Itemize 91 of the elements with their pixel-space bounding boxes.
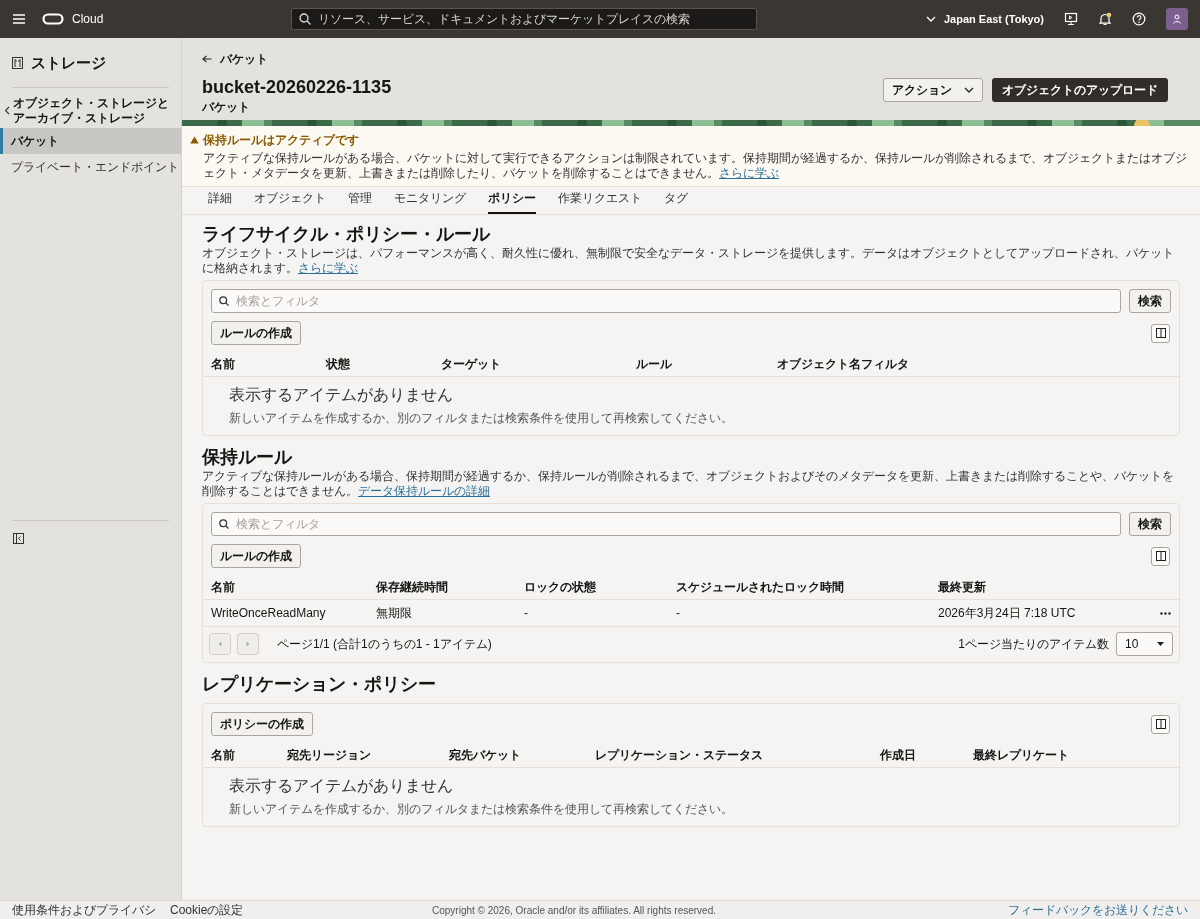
learn-more-link[interactable]: さらに学ぶ <box>298 261 358 275</box>
column-header: ターゲット <box>441 355 501 373</box>
pagination-summary: ページ1/1 (合計1のうちの1 - 1アイテム) <box>277 636 492 653</box>
learn-more-link[interactable]: さらに学ぶ <box>719 166 779 180</box>
columns-icon <box>1155 719 1166 729</box>
columns-button[interactable] <box>1151 546 1170 566</box>
chevron-down-icon <box>925 16 936 22</box>
tab[interactable]: タグ <box>664 189 688 214</box>
actions-button[interactable]: アクション <box>883 78 983 102</box>
section-title: 保持ルール <box>202 446 292 468</box>
column-header: ロックの状態 <box>524 578 596 596</box>
table-cell-text: 2026年3月24日 7:18 UTC <box>938 605 1076 622</box>
footer-link[interactable]: Cookieの設定 <box>170 901 244 919</box>
section-title: ライフサイクル・ポリシー・ルール <box>202 223 490 245</box>
create-button[interactable]: ポリシーの作成 <box>211 712 313 736</box>
table-cell-text: - <box>676 605 680 622</box>
search-button[interactable]: 検索 <box>1129 512 1171 536</box>
back-link[interactable]: オブジェクト・ストレージと アーカイブ・ストレージ <box>13 95 169 126</box>
caret-icon <box>1157 642 1164 646</box>
search-icon <box>219 296 229 306</box>
copyright-text: Copyright © 2026, Oracle and/or its affiliates. All rights reserved. <box>432 903 716 918</box>
feedback-link[interactable]: フィードバックをお送りください <box>1008 901 1188 919</box>
per-page-select[interactable]: 10 <box>1116 632 1173 656</box>
columns-icon <box>1155 551 1166 561</box>
page-subtitle: バケット <box>202 99 250 116</box>
help-icon[interactable] <box>1132 12 1146 26</box>
warning-icon <box>190 136 199 144</box>
search-icon <box>219 519 229 529</box>
column-header: 作成日 <box>880 746 916 764</box>
section-title: レプリケーション・ポリシー <box>202 673 436 695</box>
search-icon <box>299 13 312 25</box>
logo-icon[interactable] <box>42 13 64 25</box>
footer-link[interactable]: 使用条件およびプライバシ <box>12 901 156 919</box>
column-header: レプリケーション・ステータス <box>595 746 763 764</box>
search-field[interactable]: リソース、サービス、ドキュメントおよびマーケットプレイスの検索 <box>291 8 758 30</box>
back-link[interactable]: バケット <box>202 50 268 68</box>
sidebar-item[interactable]: プライベート・エンドポイント <box>0 153 181 180</box>
per-page-label: 1ページ当たりのアイテム数 <box>958 636 1109 653</box>
column-header: 宛先バケット <box>449 746 521 764</box>
columns-button[interactable] <box>1151 714 1170 734</box>
column-header: 名前 <box>211 578 235 596</box>
storage-icon <box>12 57 23 70</box>
empty-state-text: 新しいアイテムを作成するか、別のフィルタまたは検索条件を使用して再検索してください。 <box>229 410 733 427</box>
search-field[interactable]: 検索とフィルタ <box>211 512 1121 536</box>
monitor-icon[interactable] <box>1064 12 1078 26</box>
tab[interactable]: 作業リクエスト <box>558 189 642 214</box>
notification-bell-icon[interactable] <box>1098 12 1112 26</box>
sidebar-title: ストレージ <box>31 53 106 73</box>
avatar[interactable] <box>1166 8 1188 30</box>
region-selector[interactable]: Japan East (Tokyo) <box>925 10 1044 28</box>
column-header: 名前 <box>211 355 235 373</box>
section-description: アクティブな保持ルールがある場合、保持期間が経過するか、保持ルールが削除されるまで、オブジェクトおよびそのメタデータを更新、上書きまたは削除することや、バケットを削除することはできません。データ保持ルールの詳細 <box>202 469 1175 499</box>
column-header: 状態 <box>326 355 350 373</box>
learn-more-link[interactable]: データ保持ルールの詳細 <box>358 484 490 498</box>
empty-state-title: 表示するアイテムがありません <box>229 776 453 796</box>
column-header: 保存継続時間 <box>376 578 448 596</box>
sidebar-item[interactable]: バケット <box>0 127 181 154</box>
table-cell-text: - <box>524 605 528 622</box>
search-field[interactable]: 検索とフィルタ <box>211 289 1121 313</box>
more-options-icon[interactable] <box>1160 611 1171 615</box>
chevron-down-icon <box>964 87 974 93</box>
upload-button[interactable]: オブジェクトのアップロード <box>992 78 1168 102</box>
tab[interactable]: 管理 <box>348 189 372 214</box>
section-description: オブジェクト・ストレージは、パフォーマンスが高く、耐久性に優れ、無制限で安全なデータ・ストレージを提供します。データはオブジェクトとしてアップロードされ、バケットに格納されます。さらに学ぶ <box>202 246 1175 276</box>
chevron-left-icon[interactable] <box>4 106 10 115</box>
warning-text: アクティブな保持ルールがある場合、バケットに対して実行できるアクションは制限されています。保持期間が経過するか、保持ルールが削除されるまで、オブジェクトまたはオブジェクト・メタデータを更新、上書きまたは削除したり、バケットを削除することはできません。さらに学ぶ <box>203 151 1188 181</box>
column-header: 最終レプリケート <box>973 746 1069 764</box>
page-title: bucket-20260226-1135 <box>202 76 392 98</box>
column-header: 宛先リージョン <box>287 746 371 764</box>
empty-state-title: 表示するアイテムがありません <box>229 385 453 405</box>
columns-icon <box>1155 328 1166 338</box>
empty-state-text: 新しいアイテムを作成するか、別のフィルタまたは検索条件を使用して再検索してください。 <box>229 801 733 818</box>
tab[interactable]: オブジェクト <box>254 189 326 214</box>
arrow-left-icon <box>202 55 212 63</box>
column-header: 名前 <box>211 746 235 764</box>
tab[interactable]: ポリシー <box>488 189 536 214</box>
table-cell-text: WriteOnceReadMany <box>211 605 326 622</box>
column-header: オブジェクト名フィルタ <box>777 355 909 373</box>
table-cell-text: 無期限 <box>376 605 412 622</box>
logo-text[interactable]: Cloud <box>72 10 104 28</box>
columns-button[interactable] <box>1151 323 1170 343</box>
tab[interactable]: モニタリング <box>394 189 466 214</box>
menu-icon[interactable] <box>12 13 26 25</box>
create-button[interactable]: ルールの作成 <box>211 544 301 568</box>
search-button[interactable]: 検索 <box>1129 289 1171 313</box>
tab[interactable]: 詳細 <box>208 189 232 214</box>
column-header: ルール <box>636 355 672 373</box>
column-header: 最終更新 <box>938 578 986 596</box>
create-button[interactable]: ルールの作成 <box>211 321 301 345</box>
column-header: スケジュールされたロック時間 <box>676 578 844 596</box>
warning-title: 保持ルールはアクティブです <box>203 132 359 149</box>
